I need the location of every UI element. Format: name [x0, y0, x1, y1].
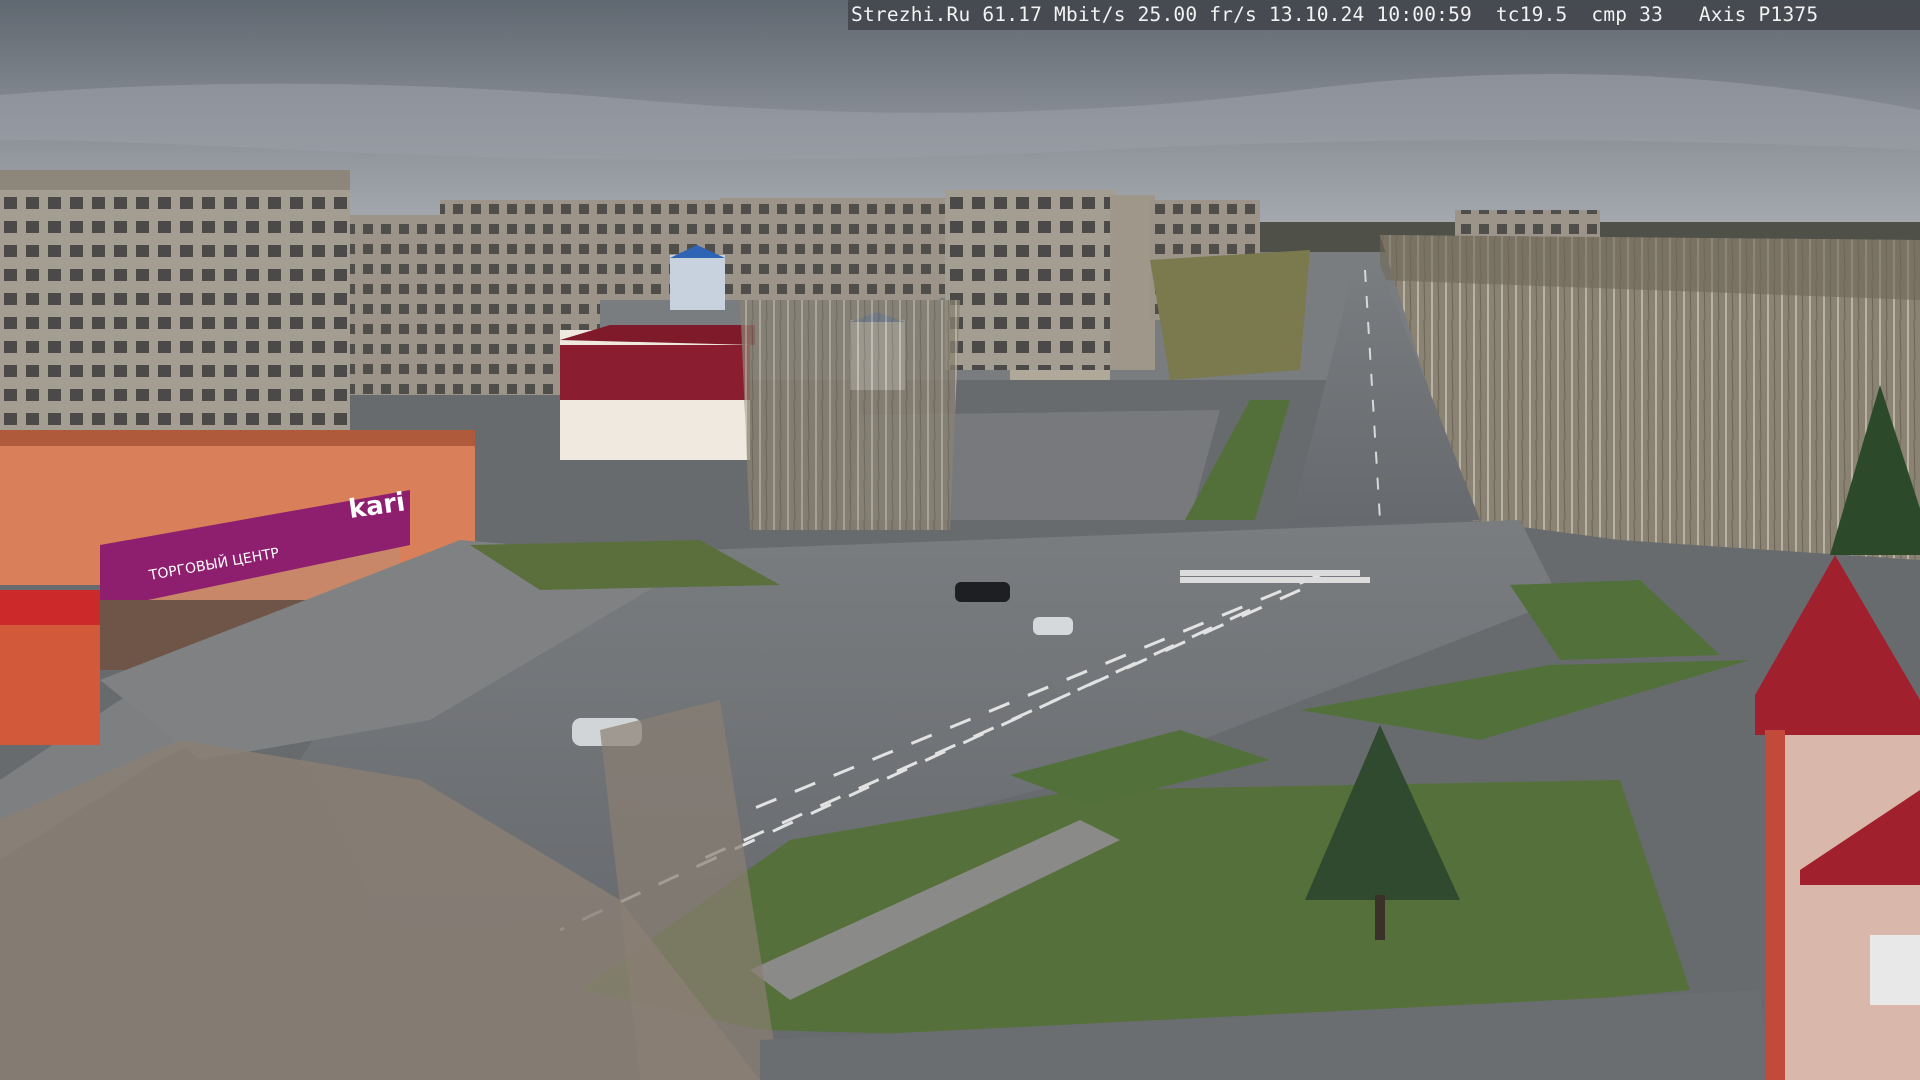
- overlay-framerate: 25.00 fr/s: [1137, 3, 1257, 26]
- overlay-camera-model: Axis P1375: [1698, 3, 1819, 26]
- middle-birches: [740, 300, 960, 530]
- overlay-tc: tc19.5: [1495, 3, 1568, 26]
- avenue-trees-left: [1150, 250, 1310, 380]
- street-scene: kari ТОРГОВЫЙ ЦЕНТР: [0, 0, 1920, 1080]
- overlay-time: 10:00:59: [1376, 3, 1472, 26]
- overlay-site: Strezhi.Ru: [851, 3, 971, 26]
- overlay-cmp: cmp 33: [1591, 3, 1664, 26]
- camera-overlay: Strezhi.Ru 61.17 Mbit/s 25.00 fr/s 13.10…: [848, 0, 1920, 30]
- overlay-bitrate: 61.17 Mbit/s: [982, 3, 1126, 26]
- overlay-date: 13.10.24: [1268, 3, 1365, 26]
